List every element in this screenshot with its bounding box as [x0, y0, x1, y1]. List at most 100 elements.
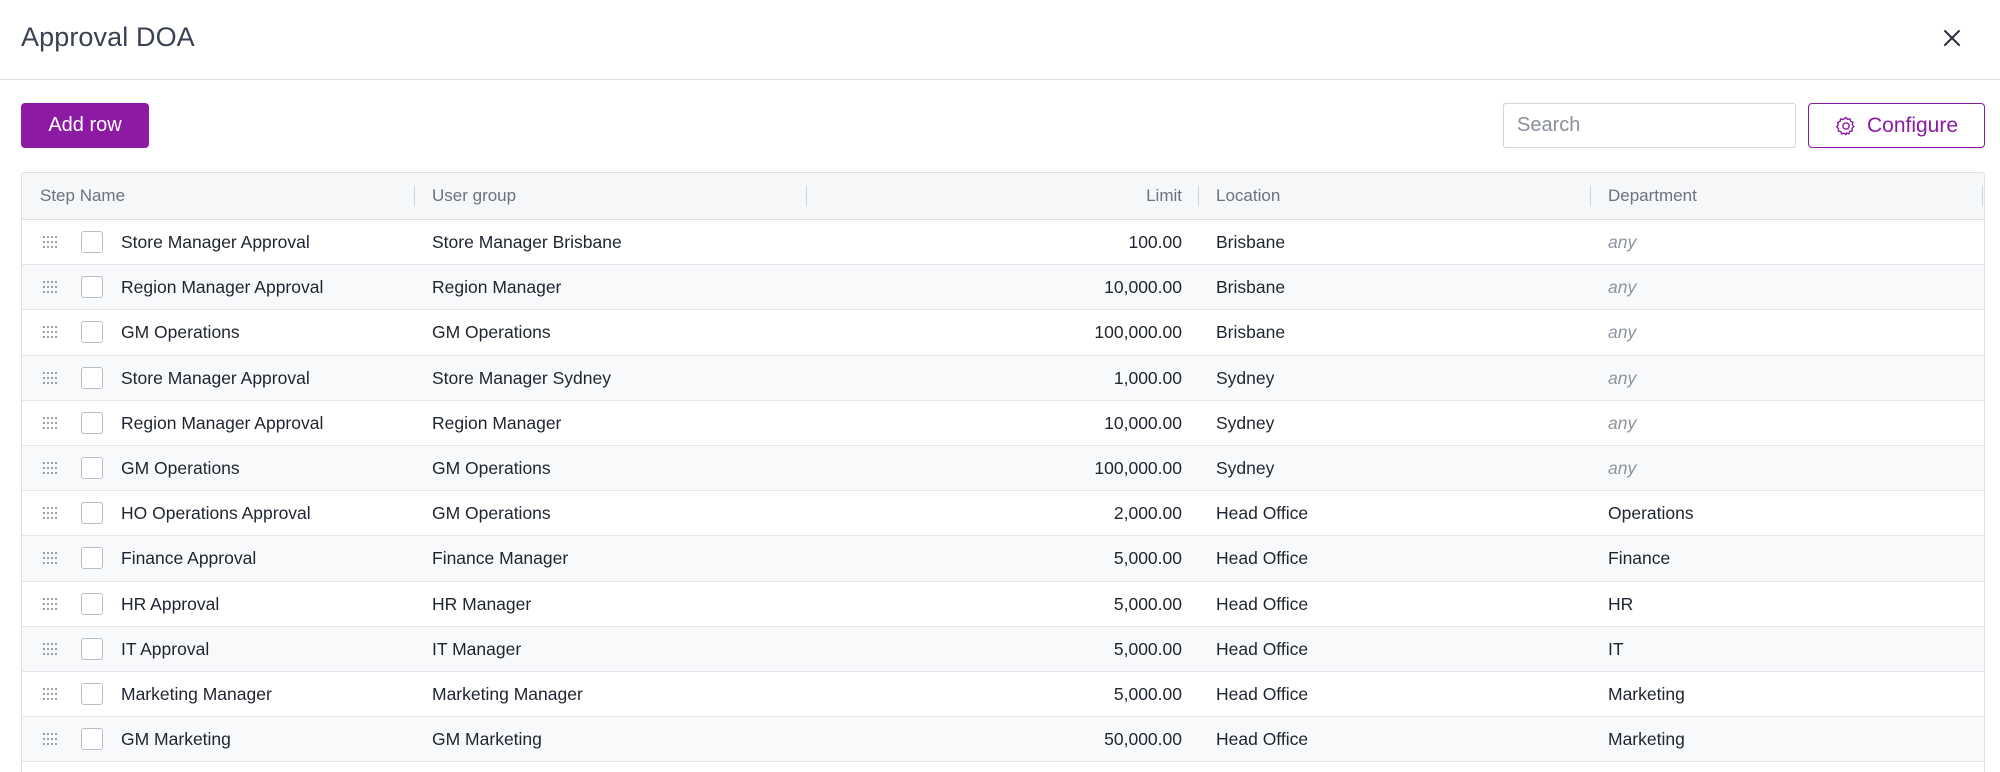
- drag-handle-icon[interactable]: [43, 642, 59, 655]
- cell-step-name[interactable]: GM Marketing: [121, 717, 231, 761]
- cell-limit[interactable]: 2,000.00: [822, 491, 1182, 535]
- cell-limit[interactable]: 10,000.00: [822, 265, 1182, 309]
- cell-limit[interactable]: 100,000.00: [822, 446, 1182, 490]
- drag-handle-icon[interactable]: [43, 552, 59, 565]
- cell-department[interactable]: any: [1608, 310, 1636, 354]
- cell-user-group[interactable]: GM Marketing: [432, 717, 542, 761]
- cell-limit[interactable]: 5,000.00: [822, 672, 1182, 716]
- cell-limit[interactable]: 100.00: [822, 220, 1182, 264]
- cell-user-group[interactable]: GM Operations: [432, 491, 551, 535]
- drag-handle-icon[interactable]: [43, 326, 59, 339]
- drag-handle-icon[interactable]: [43, 687, 59, 700]
- column-resize-handle[interactable]: [414, 185, 415, 207]
- close-button[interactable]: [1938, 24, 1966, 52]
- column-header-user-group[interactable]: User group: [432, 173, 516, 219]
- cell-user-group[interactable]: IT Manager: [432, 627, 521, 671]
- cell-department[interactable]: Marketing: [1608, 672, 1685, 716]
- cell-step-name[interactable]: Region Manager Approval: [121, 265, 323, 309]
- cell-step-name[interactable]: IT Approval: [121, 627, 209, 671]
- cell-limit[interactable]: 100,000.00: [822, 310, 1182, 354]
- row-checkbox[interactable]: [81, 366, 103, 389]
- cell-limit[interactable]: 5,000.00: [822, 582, 1182, 626]
- configure-button[interactable]: Configure: [1808, 103, 1985, 148]
- cell-department[interactable]: IT: [1608, 627, 1624, 671]
- cell-limit[interactable]: 5,000.00: [822, 627, 1182, 671]
- cell-step-name[interactable]: HO Operations Approval: [121, 491, 311, 535]
- drag-handle-icon[interactable]: [43, 281, 59, 294]
- drag-handle-icon[interactable]: [43, 597, 59, 610]
- table-row[interactable]: GM Marketing GM Marketing 50,000.00 Head…: [22, 717, 1984, 763]
- row-checkbox[interactable]: [81, 456, 103, 479]
- cell-step-name[interactable]: HR Approval: [121, 582, 219, 626]
- cell-user-group[interactable]: GM Operations: [432, 310, 551, 354]
- cell-user-group[interactable]: Store Manager Brisbane: [432, 220, 622, 264]
- table-row[interactable]: GM Operations GM Operations 100,000.00 S…: [22, 445, 1984, 492]
- cell-step-name[interactable]: GM Operations: [121, 310, 240, 354]
- table-row[interactable]: IT Approval IT Manager 5,000.00 Head Off…: [22, 626, 1984, 672]
- cell-location[interactable]: Sydney: [1216, 356, 1274, 400]
- cell-department[interactable]: any: [1608, 220, 1636, 264]
- table-row[interactable]: GM Operations GM Operations 100,000.00 B…: [22, 310, 1984, 356]
- drag-handle-icon[interactable]: [43, 371, 59, 384]
- drag-handle-icon[interactable]: [43, 461, 59, 474]
- cell-limit[interactable]: 1,000.00: [822, 356, 1182, 400]
- cell-location[interactable]: Head Office: [1216, 491, 1308, 535]
- row-checkbox[interactable]: [81, 592, 103, 615]
- row-checkbox[interactable]: [81, 411, 103, 434]
- cell-location[interactable]: Head Office: [1216, 717, 1308, 761]
- row-checkbox[interactable]: [81, 637, 103, 660]
- cell-user-group[interactable]: Marketing Manager: [432, 672, 583, 716]
- cell-department[interactable]: any: [1608, 356, 1636, 400]
- cell-department[interactable]: Finance: [1608, 536, 1670, 580]
- cell-department[interactable]: any: [1608, 265, 1636, 309]
- add-row-button[interactable]: Add row: [21, 103, 149, 148]
- cell-user-group[interactable]: HR Manager: [432, 582, 531, 626]
- table-row[interactable]: Region Manager Approval Region Manager 1…: [22, 401, 1984, 446]
- cell-limit[interactable]: 50,000.00: [822, 717, 1182, 761]
- cell-step-name[interactable]: GM Operations: [121, 446, 240, 490]
- column-header-location[interactable]: Location: [1216, 173, 1280, 219]
- cell-department[interactable]: any: [1608, 401, 1636, 445]
- cell-location[interactable]: Brisbane: [1216, 265, 1285, 309]
- cell-location[interactable]: Head Office: [1216, 582, 1308, 626]
- column-resize-handle[interactable]: [1982, 185, 1983, 207]
- table-row[interactable]: Region Manager Approval Region Manager 1…: [22, 265, 1984, 311]
- cell-department[interactable]: Marketing: [1608, 717, 1685, 761]
- cell-location[interactable]: Brisbane: [1216, 220, 1285, 264]
- cell-location[interactable]: Head Office: [1216, 536, 1308, 580]
- row-checkbox[interactable]: [81, 728, 103, 751]
- cell-limit[interactable]: 10,000.00: [822, 401, 1182, 445]
- cell-user-group[interactable]: GM Operations: [432, 446, 551, 490]
- cell-step-name[interactable]: Marketing Manager: [121, 672, 272, 716]
- table-row[interactable]: Store Manager Approval Store Manager Bri…: [22, 220, 1984, 266]
- column-resize-handle[interactable]: [806, 185, 807, 207]
- cell-step-name[interactable]: Store Manager Approval: [121, 220, 310, 264]
- cell-step-name[interactable]: Store Manager Approval: [121, 356, 310, 400]
- cell-step-name[interactable]: Finance Approval: [121, 536, 256, 580]
- row-checkbox[interactable]: [81, 682, 103, 705]
- drag-handle-icon[interactable]: [43, 416, 59, 429]
- drag-handle-icon[interactable]: [43, 733, 59, 746]
- row-checkbox[interactable]: [81, 547, 103, 570]
- cell-user-group[interactable]: Finance Manager: [432, 536, 568, 580]
- column-resize-handle[interactable]: [1198, 185, 1199, 207]
- table-row[interactable]: HR Approval HR Manager 5,000.00 Head Off…: [22, 582, 1984, 627]
- cell-location[interactable]: Brisbane: [1216, 310, 1285, 354]
- cell-department[interactable]: any: [1608, 446, 1636, 490]
- cell-department[interactable]: Operations: [1608, 491, 1694, 535]
- cell-department[interactable]: HR: [1608, 582, 1633, 626]
- table-row[interactable]: HO Operations Approval GM Operations 2,0…: [22, 491, 1984, 537]
- table-row[interactable]: Marketing Manager Marketing Manager 5,00…: [22, 672, 1984, 718]
- cell-user-group[interactable]: Region Manager: [432, 265, 561, 309]
- drag-handle-icon[interactable]: [43, 236, 59, 248]
- drag-handle-icon[interactable]: [43, 507, 59, 520]
- row-checkbox[interactable]: [81, 502, 103, 525]
- row-checkbox[interactable]: [81, 276, 103, 299]
- column-header-step-name[interactable]: Step Name: [40, 173, 125, 219]
- cell-location[interactable]: Head Office: [1216, 672, 1308, 716]
- table-row[interactable]: Store Manager Approval Store Manager Syd…: [22, 355, 1984, 401]
- table-row[interactable]: Finance Approval Finance Manager 5,000.0…: [22, 536, 1984, 582]
- row-checkbox[interactable]: [81, 231, 103, 253]
- cell-step-name[interactable]: Region Manager Approval: [121, 401, 323, 445]
- cell-location[interactable]: Head Office: [1216, 627, 1308, 671]
